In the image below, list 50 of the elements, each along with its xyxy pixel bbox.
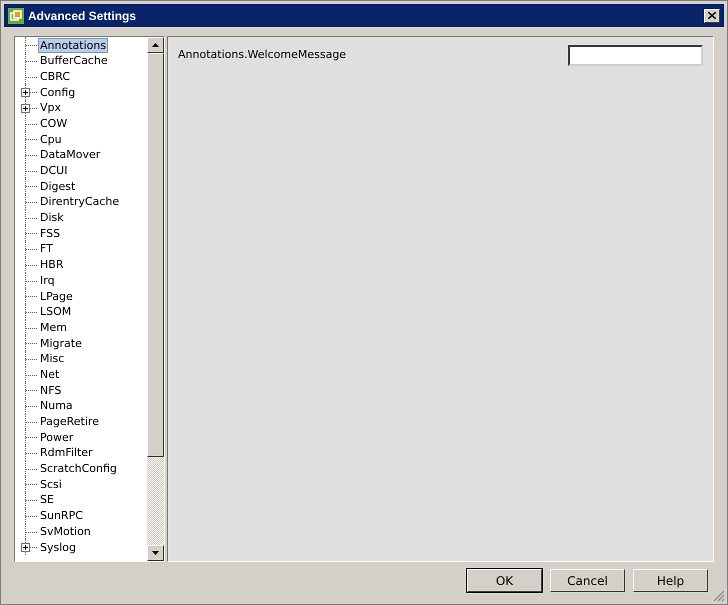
tree-item[interactable]: FSS <box>38 226 62 241</box>
tree-item[interactable]: PageRetire <box>38 414 101 430</box>
tree-item[interactable]: Vpx <box>38 100 64 116</box>
tree-item[interactable]: ScratchConfig <box>38 461 119 476</box>
expand-icon[interactable] <box>21 88 30 98</box>
tree-item[interactable]: DCUI <box>38 163 70 178</box>
close-button[interactable] <box>704 8 720 23</box>
down-arrow-icon <box>152 551 159 556</box>
tree-item[interactable]: Net <box>38 366 62 382</box>
tree-item[interactable]: CBRC <box>38 68 72 84</box>
tree-item[interactable]: LSOM <box>38 304 74 320</box>
tree-item[interactable]: Mem <box>38 320 69 335</box>
tree-item[interactable]: RdmFilter <box>38 445 95 460</box>
app-icon <box>8 8 24 24</box>
tree-item[interactable]: Scsi <box>38 476 64 492</box>
tree-item[interactable]: Migrate <box>38 336 84 351</box>
tree-item[interactable]: DirentryCache <box>38 194 122 210</box>
resize-grip-icon[interactable] <box>713 590 725 602</box>
tree-item[interactable]: SE <box>38 492 56 508</box>
scroll-up-button[interactable] <box>147 37 164 54</box>
tree-item[interactable]: COW <box>38 116 70 131</box>
dialog-button[interactable]: Cancel <box>550 569 625 592</box>
scroll-down-button[interactable] <box>147 545 164 562</box>
expand-icon[interactable] <box>21 543 30 552</box>
tree-item[interactable]: FT <box>38 241 55 256</box>
dialog-button[interactable]: Help <box>633 569 708 592</box>
tree-item[interactable]: SvMotion <box>38 524 93 539</box>
tree-item[interactable]: Power <box>38 430 76 445</box>
tree-item[interactable]: Cpu <box>38 132 64 147</box>
tree-item[interactable]: Syslog <box>38 540 78 555</box>
tree-item[interactable]: Misc <box>38 351 66 366</box>
close-icon <box>708 12 716 20</box>
tree-item[interactable]: DataMover <box>38 147 102 162</box>
tree-item[interactable]: HBR <box>38 257 66 272</box>
tree-item[interactable]: BufferCache <box>38 53 110 68</box>
tree-item[interactable]: Irq <box>38 272 57 288</box>
tree-item[interactable]: Numa <box>38 398 75 414</box>
expand-icon[interactable] <box>21 104 30 113</box>
tree-item[interactable]: SunRPC <box>38 508 85 524</box>
dialog-button[interactable]: OK <box>467 569 542 592</box>
setting-field[interactable] <box>568 45 703 66</box>
setting-label: Annotations.WelcomeMessage <box>178 47 346 64</box>
tree-item[interactable]: NFS <box>38 382 64 398</box>
window-title: Advanced Settings <box>28 8 136 25</box>
tree-item[interactable]: Digest <box>38 178 78 194</box>
tree-item[interactable]: LPage <box>38 288 75 304</box>
up-arrow-icon <box>152 43 159 48</box>
tree-item[interactable]: Config <box>38 84 78 100</box>
tree-item[interactable]: Annotations <box>38 38 108 53</box>
tree-item[interactable]: Disk <box>38 210 66 226</box>
